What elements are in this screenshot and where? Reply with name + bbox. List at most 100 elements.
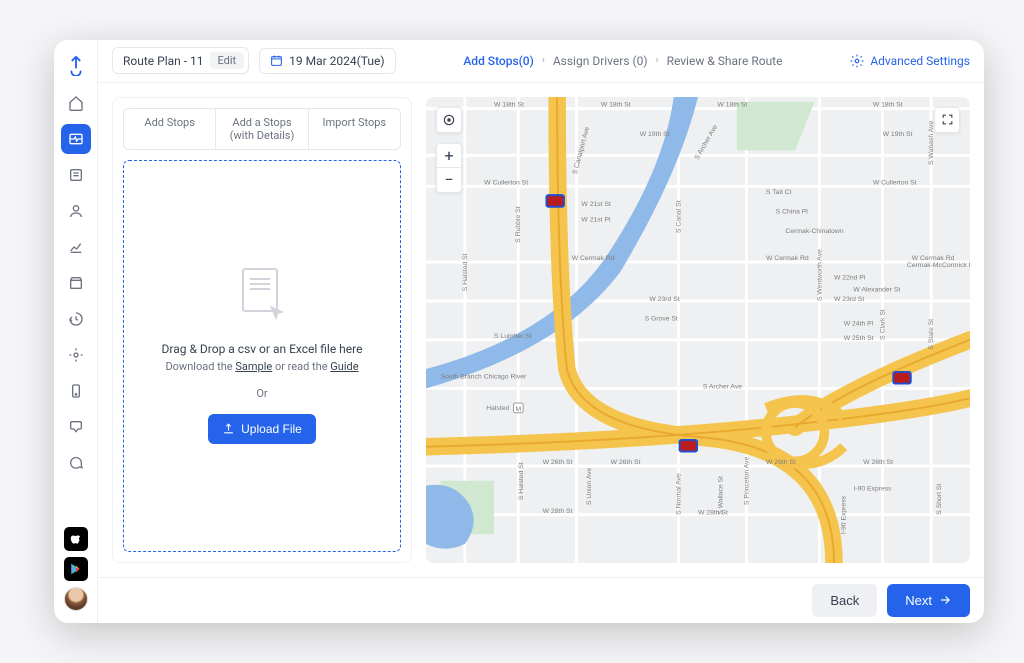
svg-text:S Canal St: S Canal St — [676, 200, 683, 233]
locate-icon — [442, 113, 456, 127]
breadcrumb-add-stops[interactable]: Add Stops(0) — [463, 54, 533, 68]
next-button[interactable]: Next — [887, 584, 970, 617]
arrow-right-icon — [938, 593, 952, 607]
nav-chat-icon[interactable] — [61, 448, 91, 478]
nav-history-icon[interactable] — [61, 304, 91, 334]
svg-text:S China Pl: S China Pl — [776, 208, 809, 215]
fullscreen-icon — [941, 113, 954, 126]
nav-device-icon[interactable] — [61, 376, 91, 406]
tab-import-stops[interactable]: Import Stops — [309, 109, 400, 149]
svg-text:W Cullerton St: W Cullerton St — [484, 179, 528, 186]
svg-text:W 18th St: W 18th St — [873, 101, 903, 108]
advanced-settings-label: Advanced Settings — [870, 54, 970, 68]
route-plan-chip: Route Plan - 11 Edit — [112, 47, 249, 74]
svg-text:W 21st St: W 21st St — [581, 200, 611, 207]
topbar: Route Plan - 11 Edit 19 Mar 2024(Tue) Ad… — [98, 40, 984, 83]
svg-text:W 26th St: W 26th St — [863, 459, 893, 466]
breadcrumb-assign-drivers[interactable]: Assign Drivers (0) — [553, 54, 648, 68]
svg-text:W 18th St: W 18th St — [601, 101, 631, 108]
svg-text:W 18th St: W 18th St — [717, 101, 747, 108]
svg-text:W 21st Pl: W 21st Pl — [581, 216, 611, 223]
svg-text:S Wallace St: S Wallace St — [717, 476, 724, 515]
next-button-label: Next — [905, 593, 932, 608]
svg-text:S Tait Ct: S Tait Ct — [766, 189, 792, 196]
app-logo — [63, 52, 89, 78]
svg-text:S Rubble St: S Rubble St — [515, 206, 522, 242]
svg-text:S Archer Ave: S Archer Ave — [703, 383, 742, 390]
nav-user-icon[interactable] — [61, 196, 91, 226]
guide-link[interactable]: Guide — [330, 360, 358, 373]
file-upload-icon — [232, 268, 292, 328]
zoom-out-button[interactable]: − — [436, 168, 462, 192]
stops-panel: Add Stops Add a Stops (with Details) Imp… — [112, 97, 412, 563]
chevron-right-icon: › — [542, 55, 545, 66]
chevron-right-icon: › — [656, 55, 659, 66]
svg-text:W Cermak Rd: W Cermak Rd — [766, 255, 809, 262]
svg-text:S State St: S State St — [928, 318, 935, 349]
svg-text:South Branch Chicago River: South Branch Chicago River — [441, 373, 527, 380]
svg-text:S Normal Ave: S Normal Ave — [676, 473, 683, 515]
nav-list-icon[interactable] — [61, 160, 91, 190]
footer-actions: Back Next — [98, 577, 984, 623]
file-dropzone[interactable]: Drag & Drop a csv or an Excel file here … — [123, 160, 401, 552]
svg-text:I-90 Express: I-90 Express — [853, 485, 892, 492]
svg-text:W 28th St: W 28th St — [543, 507, 573, 514]
map-view[interactable]: M W 18th St W 18th St W 18th St W 18th S… — [426, 97, 970, 563]
nav-target-icon[interactable] — [61, 340, 91, 370]
upload-file-button[interactable]: Upload File — [208, 414, 316, 444]
svg-text:W Cermak Rd: W Cermak Rd — [572, 255, 615, 262]
map-fullscreen-button[interactable] — [934, 107, 960, 133]
svg-text:I-90 Express: I-90 Express — [841, 495, 848, 534]
svg-text:W 26th St: W 26th St — [611, 459, 641, 466]
svg-text:S Clark St: S Clark St — [880, 309, 887, 340]
svg-text:W 18th St: W 18th St — [494, 101, 524, 108]
svg-text:S Lumber St: S Lumber St — [494, 333, 532, 340]
svg-text:S Short St: S Short St — [936, 483, 943, 514]
svg-text:W 26th St: W 26th St — [766, 459, 796, 466]
svg-text:W 25th St: W 25th St — [844, 334, 874, 341]
svg-text:W Cullerton St: W Cullerton St — [873, 179, 917, 186]
svg-text:Cermak-McCormick Place: Cermak-McCormick Place — [907, 262, 970, 269]
apple-store-badge[interactable] — [64, 527, 88, 551]
calendar-icon — [270, 54, 283, 67]
nav-analytics-icon[interactable] — [61, 232, 91, 262]
gear-icon — [850, 54, 864, 68]
svg-text:S Princeton Ave: S Princeton Ave — [744, 456, 751, 504]
svg-text:W 23rd St: W 23rd St — [649, 296, 679, 303]
zoom-in-button[interactable]: + — [436, 144, 462, 168]
advanced-settings-button[interactable]: Advanced Settings — [850, 54, 970, 68]
route-plan-title: Route Plan - 11 — [123, 54, 204, 68]
sidebar — [54, 40, 98, 623]
svg-text:W 24th Pl: W 24th Pl — [844, 320, 874, 327]
svg-text:W 26th St: W 26th St — [543, 459, 573, 466]
svg-text:S Halsted St: S Halsted St — [462, 253, 469, 291]
play-store-badge[interactable] — [64, 557, 88, 581]
workflow-breadcrumbs: Add Stops(0) › Assign Drivers (0) › Revi… — [406, 54, 841, 68]
svg-text:S Halsted St: S Halsted St — [518, 462, 525, 500]
back-button[interactable]: Back — [812, 584, 877, 617]
user-avatar[interactable] — [64, 587, 88, 611]
date-picker[interactable]: 19 Mar 2024(Tue) — [259, 48, 395, 74]
tab-add-stops-details[interactable]: Add a Stops (with Details) — [216, 109, 308, 149]
svg-text:M: M — [515, 405, 521, 412]
svg-text:W 19th St: W 19th St — [883, 130, 913, 137]
dropzone-help-text: Download the Sample or read the Guide — [165, 360, 358, 373]
dropzone-or: Or — [256, 387, 267, 400]
map-locate-button[interactable] — [436, 107, 462, 133]
stops-tabs: Add Stops Add a Stops (with Details) Imp… — [123, 108, 401, 150]
nav-help-icon[interactable] — [61, 412, 91, 442]
dropzone-title: Drag & Drop a csv or an Excel file here — [162, 342, 363, 356]
nav-routes-icon[interactable] — [61, 124, 91, 154]
sample-link[interactable]: Sample — [235, 360, 272, 373]
svg-text:S Wentworth Ave: S Wentworth Ave — [816, 248, 823, 300]
edit-plan-button[interactable]: Edit — [210, 52, 245, 69]
nav-home-icon[interactable] — [61, 88, 91, 118]
nav-store-icon[interactable] — [61, 268, 91, 298]
svg-text:W Alexander St: W Alexander St — [853, 286, 900, 293]
breadcrumb-review-share[interactable]: Review & Share Route — [667, 54, 783, 68]
svg-text:Cermak-Chinatown: Cermak-Chinatown — [785, 228, 843, 235]
tab-add-stops[interactable]: Add Stops — [124, 109, 216, 149]
svg-text:W 19th St: W 19th St — [640, 130, 670, 137]
svg-text:S Union Ave: S Union Ave — [586, 467, 593, 505]
svg-text:S Grove St: S Grove St — [645, 315, 678, 322]
